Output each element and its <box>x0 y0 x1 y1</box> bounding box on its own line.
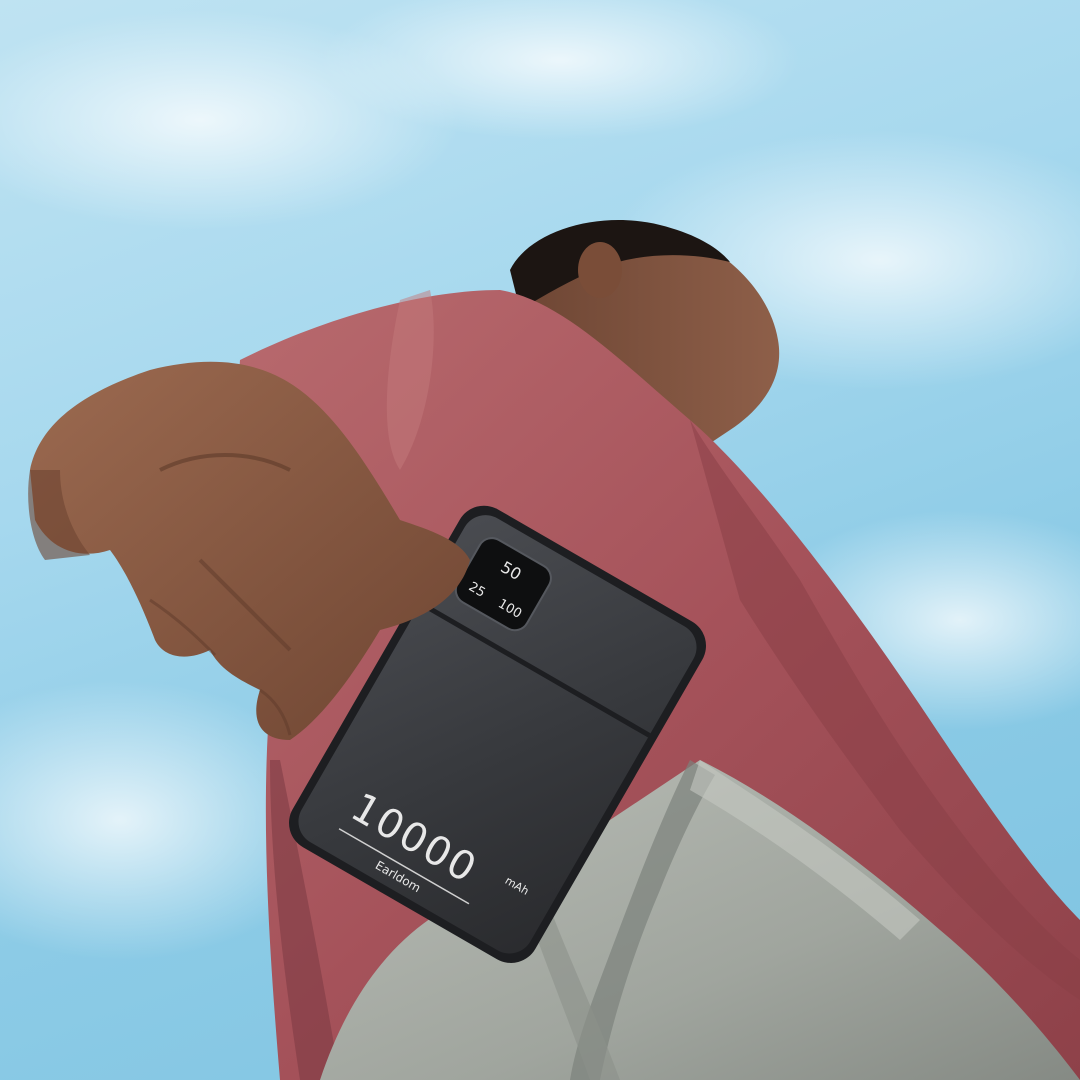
photo-illustration: 50 25 100 10000 mAh Earldom <box>0 0 1080 1080</box>
photo-scene: 50 25 100 10000 mAh Earldom <box>0 0 1080 1080</box>
